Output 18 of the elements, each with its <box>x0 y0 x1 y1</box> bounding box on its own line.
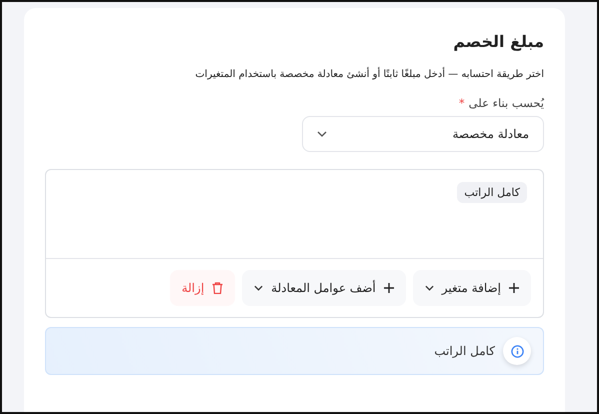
section-description: اختر طريقة احتسابه — أدخل مبلغًا ثابتًا أو أنشئ معادلة مخصصة باستخدام المتغيرات <box>194 69 544 80</box>
chevron-down-icon <box>424 285 434 291</box>
variable-chip: كامل الراتب <box>457 182 527 203</box>
basis-dropdown[interactable]: معادلة مخصصة <box>302 116 544 152</box>
preview-text: كامل الراتب <box>434 344 495 358</box>
required-marker: * <box>458 96 465 110</box>
remove-button[interactable]: إزالة <box>170 270 236 306</box>
plus-icon <box>384 283 394 293</box>
chevron-down-icon <box>254 285 264 291</box>
section-title: مبلغ الخصم <box>452 32 544 51</box>
field-label: يُحسب بناء على <box>468 96 544 110</box>
info-icon <box>510 344 524 358</box>
add-menu-button[interactable]: إضافة متغير <box>412 270 531 306</box>
trash-icon <box>212 282 224 294</box>
add-menu-button[interactable]: أضف عوامل المعادلة <box>242 270 406 306</box>
plus-icon <box>509 283 519 293</box>
formula-editor[interactable]: كامل الراتب إضافة متغير أضف عوامل المعادلة إزالة <box>45 169 544 318</box>
chevron-down-icon <box>317 131 327 137</box>
